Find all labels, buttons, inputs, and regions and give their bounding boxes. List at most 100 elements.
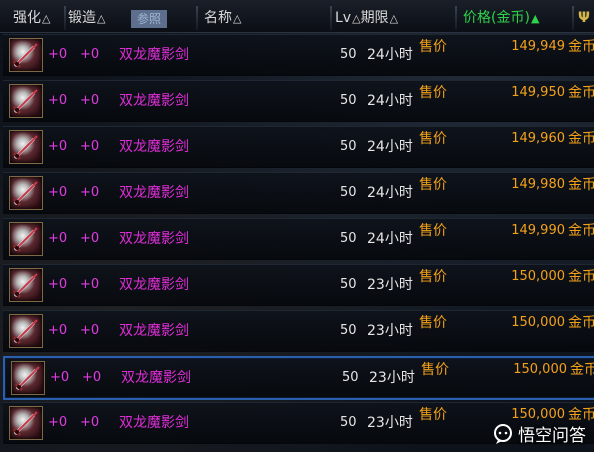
currency-label: 金币 (570, 362, 594, 378)
level-value: 50 (342, 370, 359, 385)
table-row[interactable]: +0 +0 双龙魔影剑 50 24小时 售价 149,950 金币 (3, 80, 594, 122)
level-value: 50 (340, 93, 357, 108)
forge-value: +0 (80, 323, 100, 338)
header-divider (330, 6, 332, 30)
currency-label: 金币 (568, 177, 594, 193)
header-edge-icon[interactable]: Ψ (578, 8, 590, 28)
header-lv-duration[interactable]: Lv△期限△ (335, 8, 398, 28)
sort-triangle-icon: △ (233, 12, 242, 25)
item-name: 双龙魔影剑 (119, 231, 189, 247)
sword-icon[interactable] (9, 38, 43, 72)
header-selected-tab[interactable]: 参照 (131, 10, 167, 28)
currency-label: 金币 (568, 223, 594, 239)
enhance-value: +0 (50, 370, 70, 385)
duration-value: 24小时 (367, 139, 413, 155)
header-duration-label: 期限 (360, 10, 389, 26)
table-row[interactable]: +0 +0 双龙魔影剑 50 24小时 售价 149,980 金币 (3, 172, 594, 214)
forge-value: +0 (80, 277, 100, 292)
price-value: 149,950 (511, 85, 565, 100)
forge-value: +0 (80, 231, 100, 246)
price-value: 149,990 (511, 223, 565, 238)
header-forge[interactable]: 锻造△ (68, 8, 105, 28)
table-row[interactable]: +0 +0 双龙魔影剑 50 23小时 售价 150,000 金币 (3, 264, 594, 306)
table-row[interactable]: +0 +0 双龙魔影剑 50 24小时 售价 149,990 金币 (3, 218, 594, 260)
currency-label: 金币 (568, 39, 594, 55)
header-price-label: 价格(金币) (463, 10, 530, 26)
sort-triangle-active-icon: ▲ (530, 12, 540, 25)
sword-icon[interactable] (9, 268, 43, 302)
header-forge-label: 锻造 (68, 10, 96, 26)
sort-triangle-icon: △ (42, 12, 51, 25)
level-value: 50 (340, 415, 357, 430)
header-divider (572, 6, 574, 30)
enhance-value: +0 (48, 47, 68, 62)
level-value: 50 (340, 185, 357, 200)
price-label: 售价 (421, 362, 449, 378)
sword-icon[interactable] (9, 84, 43, 118)
header-divider (64, 6, 66, 30)
forge-value: +0 (82, 370, 102, 385)
duration-value: 23小时 (367, 277, 413, 293)
item-name: 双龙魔影剑 (119, 323, 189, 339)
item-name: 双龙魔影剑 (119, 185, 189, 201)
price-label: 售价 (419, 85, 447, 101)
price-value: 149,949 (511, 39, 565, 54)
currency-label: 金币 (568, 315, 594, 331)
table-row[interactable]: +0 +0 双龙魔影剑 50 23小时 售价 150,000 金币 (3, 356, 594, 400)
duration-value: 24小时 (367, 231, 413, 247)
table-row[interactable]: +0 +0 双龙魔影剑 50 24小时 售价 149,960 金币 (3, 126, 594, 168)
sword-icon[interactable] (11, 361, 45, 395)
item-name: 双龙魔影剑 (119, 93, 189, 109)
price-label: 售价 (419, 223, 447, 239)
price-label: 售价 (419, 315, 447, 331)
list-header: 强化△ 锻造△ 参照 名称△ Lv△期限△ 价格(金币)▲ Ψ (0, 0, 594, 33)
level-value: 50 (340, 231, 357, 246)
duration-value: 23小时 (367, 415, 413, 431)
header-name[interactable]: 名称△ (204, 8, 241, 28)
enhance-value: +0 (48, 323, 68, 338)
price-value: 150,000 (511, 315, 565, 330)
price-value: 150,000 (513, 362, 567, 377)
price-value: 149,980 (511, 177, 565, 192)
sword-icon[interactable] (9, 406, 43, 440)
table-row[interactable]: +0 +0 双龙魔影剑 50 24小时 售价 149,949 金币 (3, 34, 594, 76)
price-label: 售价 (419, 177, 447, 193)
currency-label: 金币 (568, 269, 594, 285)
forge-value: +0 (80, 415, 100, 430)
price-label: 售价 (419, 39, 447, 55)
sword-icon[interactable] (9, 222, 43, 256)
duration-value: 23小时 (367, 323, 413, 339)
item-name: 双龙魔影剑 (119, 277, 189, 293)
duration-value: 24小时 (367, 93, 413, 109)
sort-triangle-icon: △ (97, 12, 106, 25)
header-lv-label: Lv (335, 10, 352, 26)
sort-triangle-icon: △ (352, 12, 361, 25)
item-name: 双龙魔影剑 (119, 415, 189, 431)
level-value: 50 (340, 47, 357, 62)
header-divider (455, 6, 457, 30)
duration-value: 23小时 (369, 370, 415, 386)
header-price[interactable]: 价格(金币)▲ (463, 8, 539, 28)
table-row[interactable]: +0 +0 双龙魔影剑 50 23小时 售价 150,000 金币 (3, 310, 594, 352)
header-enhance-label: 强化 (13, 10, 41, 26)
price-value: 149,960 (511, 131, 565, 146)
price-label: 售价 (419, 269, 447, 285)
price-label: 售价 (419, 407, 447, 423)
watermark: 悟空问答 (492, 421, 586, 446)
item-name: 双龙魔影剑 (121, 370, 191, 386)
sword-icon[interactable] (9, 176, 43, 210)
enhance-value: +0 (48, 139, 68, 154)
header-enhance[interactable]: 强化△ (13, 8, 50, 28)
sort-triangle-icon: △ (389, 12, 399, 25)
sword-icon[interactable] (9, 314, 43, 348)
item-name: 双龙魔影剑 (119, 47, 189, 63)
enhance-value: +0 (48, 93, 68, 108)
forge-value: +0 (80, 93, 100, 108)
forge-value: +0 (80, 139, 100, 154)
watermark-text: 悟空问答 (518, 426, 586, 446)
item-name: 双龙魔影剑 (119, 139, 189, 155)
enhance-value: +0 (48, 185, 68, 200)
forge-value: +0 (80, 185, 100, 200)
sword-icon[interactable] (9, 130, 43, 164)
header-divider (196, 6, 198, 30)
